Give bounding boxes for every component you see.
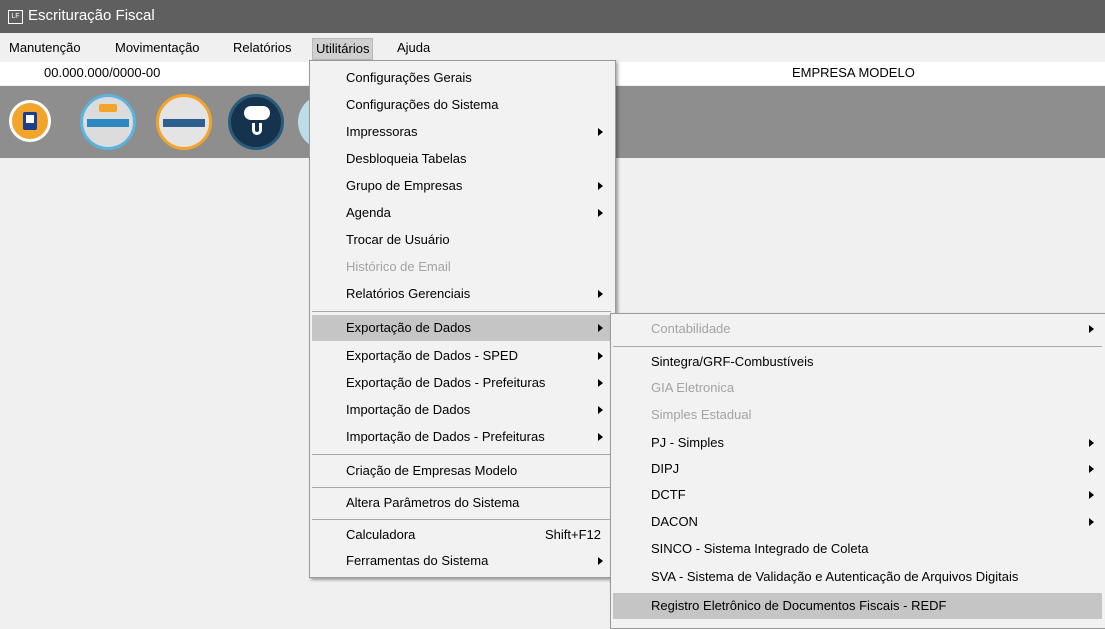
menu-item-label: Relatórios Gerenciais bbox=[346, 286, 471, 301]
menu-item-label: Criação de Empresas Modelo bbox=[346, 463, 518, 478]
menu-item-relatorios-gerenciais[interactable]: Relatórios Gerenciais bbox=[312, 281, 611, 307]
menu-item-calculadora[interactable]: Calculadora Shift+F12 bbox=[312, 522, 611, 548]
window-title: Escrituração Fiscal bbox=[28, 7, 155, 24]
menu-separator bbox=[312, 454, 611, 455]
empresas-icon[interactable] bbox=[9, 100, 51, 142]
menu-item-label: Histórico de Email bbox=[346, 259, 451, 274]
submenu-arrow-icon bbox=[1089, 491, 1094, 499]
submenu-item-pj-simples[interactable]: PJ - Simples bbox=[613, 430, 1102, 456]
menu-item-label: Altera Parâmetros do Sistema bbox=[346, 495, 520, 510]
menu-ajuda[interactable]: Ajuda bbox=[394, 38, 433, 58]
title-bar: LF Escrituração Fiscal bbox=[0, 0, 1105, 33]
menu-item-label: Trocar de Usuário bbox=[346, 232, 450, 247]
submenu-arrow-icon bbox=[598, 406, 603, 414]
submenu-arrow-icon bbox=[598, 290, 603, 298]
submenu-item-contabilidade: Contabilidade bbox=[613, 316, 1102, 342]
menu-item-configuracoes-gerais[interactable]: Configurações Gerais bbox=[312, 65, 611, 91]
submenu-item-gia-eletronica: GIA Eletronica bbox=[613, 375, 1102, 401]
submenu-arrow-icon bbox=[598, 433, 603, 441]
menu-item-label: Configurações Gerais bbox=[346, 70, 472, 85]
submenu-item-sinco[interactable]: SINCO - Sistema Integrado de Coleta bbox=[613, 536, 1102, 562]
menu-item-label: Exportação de Dados bbox=[346, 320, 472, 335]
menu-item-label: SINCO - Sistema Integrado de Coleta bbox=[651, 541, 869, 556]
app-icon: LF bbox=[8, 10, 23, 24]
menu-item-label: Impressoras bbox=[346, 124, 418, 139]
menu-item-importacao-dados[interactable]: Importação de Dados bbox=[312, 397, 611, 423]
menu-separator bbox=[312, 519, 611, 520]
company-cnpj: 00.000.000/0000-00 bbox=[44, 65, 161, 80]
menu-item-label: GIA Eletronica bbox=[651, 380, 735, 395]
icms-ipi-icon[interactable] bbox=[156, 94, 212, 150]
cloud-download-icon[interactable] bbox=[228, 94, 284, 150]
submenu-arrow-icon bbox=[1089, 518, 1094, 526]
menu-item-label: Registro Eletrônico de Documentos Fiscai… bbox=[651, 598, 947, 613]
menu-item-exportacao-prefeituras[interactable]: Exportação de Dados - Prefeituras bbox=[312, 370, 611, 396]
menu-item-label: Calculadora bbox=[346, 527, 416, 542]
menu-item-exportacao-sped[interactable]: Exportação de Dados - SPED bbox=[312, 343, 611, 369]
submenu-arrow-icon bbox=[598, 557, 603, 565]
submenu-arrow-icon bbox=[598, 324, 603, 332]
submenu-item-dipj[interactable]: DIPJ bbox=[613, 456, 1102, 482]
menu-item-label: Contabilidade bbox=[651, 321, 731, 336]
menu-separator bbox=[312, 487, 611, 488]
menu-movimentacao[interactable]: Movimentação bbox=[112, 38, 203, 58]
utilitarios-menu: Configurações Gerais Configurações do Si… bbox=[309, 60, 616, 578]
submenu-item-simples-estadual: Simples Estadual bbox=[613, 402, 1102, 428]
sped-contribuicoes-icon[interactable] bbox=[80, 94, 136, 150]
menu-item-historico-email: Histórico de Email bbox=[312, 254, 611, 280]
menu-item-label: Configurações do Sistema bbox=[346, 97, 499, 112]
menu-item-label: Exportação de Dados - SPED bbox=[346, 348, 518, 363]
menu-item-label: SVA - Sistema de Validação e Autenticaçã… bbox=[651, 569, 1019, 584]
menu-item-grupo-empresas[interactable]: Grupo de Empresas bbox=[312, 173, 611, 199]
submenu-item-sintegra[interactable]: Sintegra/GRF-Combustíveis bbox=[613, 349, 1102, 375]
exportacao-dados-submenu: Contabilidade Sintegra/GRF-Combustíveis … bbox=[610, 313, 1105, 629]
menu-item-exportacao-dados[interactable]: Exportação de Dados bbox=[312, 315, 611, 341]
submenu-arrow-icon bbox=[598, 182, 603, 190]
submenu-arrow-icon bbox=[598, 209, 603, 217]
submenu-item-redf[interactable]: Registro Eletrônico de Documentos Fiscai… bbox=[613, 593, 1102, 619]
submenu-item-dctf[interactable]: DCTF bbox=[613, 482, 1102, 508]
menu-item-label: Exportação de Dados - Prefeituras bbox=[346, 375, 546, 390]
submenu-item-sva[interactable]: SVA - Sistema de Validação e Autenticaçã… bbox=[613, 564, 1102, 590]
menu-separator bbox=[312, 311, 611, 312]
menu-item-altera-parametros[interactable]: Altera Parâmetros do Sistema bbox=[312, 490, 611, 516]
menu-item-trocar-usuario[interactable]: Trocar de Usuário bbox=[312, 227, 611, 253]
submenu-arrow-icon bbox=[598, 128, 603, 136]
menu-item-desbloqueia-tabelas[interactable]: Desbloqueia Tabelas bbox=[312, 146, 611, 172]
submenu-item-dacon[interactable]: DACON bbox=[613, 509, 1102, 535]
menu-item-label: DCTF bbox=[651, 487, 686, 502]
menu-item-impressoras[interactable]: Impressoras bbox=[312, 119, 611, 145]
menu-item-shortcut: Shift+F12 bbox=[544, 527, 601, 542]
menu-item-label: Sintegra/GRF-Combustíveis bbox=[651, 354, 814, 369]
menu-item-label: Desbloqueia Tabelas bbox=[346, 151, 467, 166]
company-name: EMPRESA MODELO bbox=[792, 65, 915, 80]
menu-utilitarios[interactable]: Utilitários bbox=[312, 38, 374, 60]
menu-item-label: Importação de Dados - Prefeituras bbox=[346, 429, 545, 444]
menu-relatorios[interactable]: Relatórios bbox=[230, 38, 295, 58]
menu-item-label: Simples Estadual bbox=[651, 407, 752, 422]
menu-item-agenda[interactable]: Agenda bbox=[312, 200, 611, 226]
menu-item-configuracoes-sistema[interactable]: Configurações do Sistema bbox=[312, 92, 611, 118]
menu-item-label: PJ - Simples bbox=[651, 435, 724, 450]
menu-item-label: DIPJ bbox=[651, 461, 680, 476]
menu-item-label: Agenda bbox=[346, 205, 391, 220]
menu-item-label: Importação de Dados bbox=[346, 402, 471, 417]
menu-bar: Manutenção Movimentação Relatórios Utili… bbox=[0, 38, 1105, 60]
menu-item-criacao-empresas-modelo[interactable]: Criação de Empresas Modelo bbox=[312, 458, 611, 484]
submenu-arrow-icon bbox=[598, 379, 603, 387]
menu-item-label: Grupo de Empresas bbox=[346, 178, 463, 193]
submenu-arrow-icon bbox=[1089, 465, 1094, 473]
menu-item-importacao-prefeituras[interactable]: Importação de Dados - Prefeituras bbox=[312, 424, 611, 450]
menu-item-label: DACON bbox=[651, 514, 698, 529]
submenu-arrow-icon bbox=[1089, 325, 1094, 333]
menu-manutencao[interactable]: Manutenção bbox=[6, 38, 84, 58]
submenu-arrow-icon bbox=[598, 352, 603, 360]
menu-separator bbox=[613, 346, 1102, 347]
menu-item-ferramentas-sistema[interactable]: Ferramentas do Sistema bbox=[312, 548, 611, 574]
menu-item-label: Ferramentas do Sistema bbox=[346, 553, 489, 568]
submenu-arrow-icon bbox=[1089, 439, 1094, 447]
